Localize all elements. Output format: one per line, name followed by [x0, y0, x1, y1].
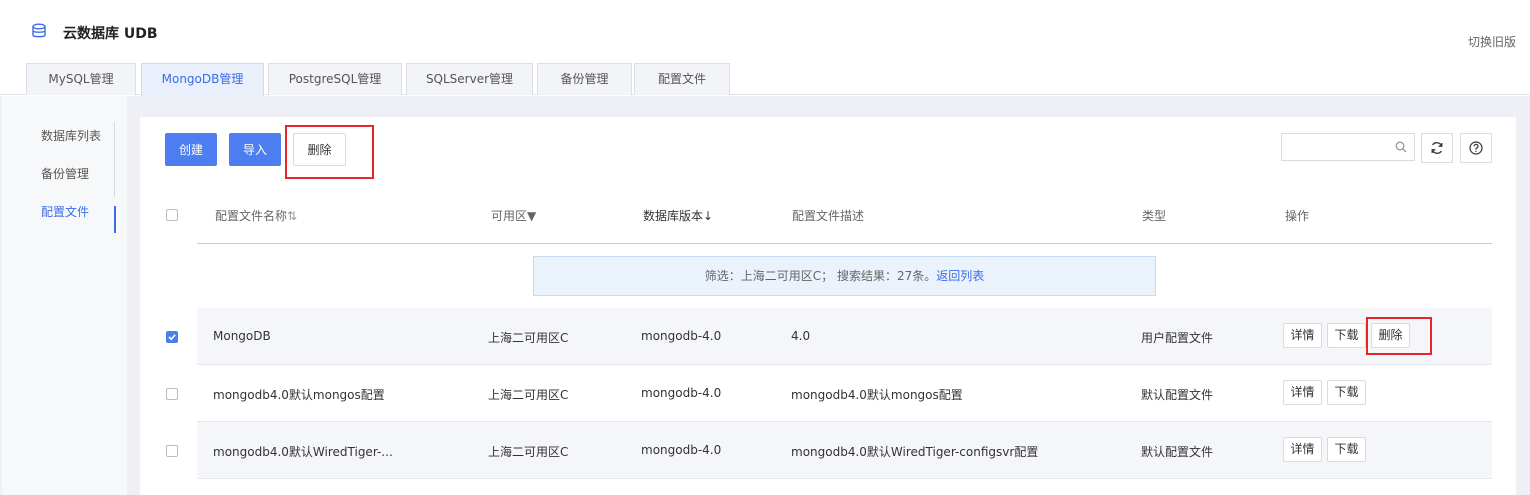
- table-row[interactable]: MongoDB 上海二可用区C mongodb-4.0 4.0 用户配置文件 详…: [197, 308, 1492, 365]
- sidebar-divider: [114, 122, 115, 197]
- column-header-zone[interactable]: 可用区▼: [491, 207, 536, 224]
- table-header-divider: [197, 243, 1492, 244]
- help-icon: [1469, 141, 1483, 155]
- sidebar: 数据库列表 备份管理 配置文件: [2, 96, 127, 495]
- download-button[interactable]: 下载: [1327, 380, 1366, 405]
- row-checkbox[interactable]: [166, 445, 178, 457]
- tab-sqlserver[interactable]: SQLServer管理: [406, 63, 533, 95]
- cell-desc: mongodb4.0默认WiredTiger-configsvr配置: [791, 445, 1039, 459]
- check-icon: [168, 334, 176, 341]
- column-header-desc: 配置文件描述: [792, 209, 865, 223]
- tab-backup[interactable]: 备份管理: [537, 63, 632, 95]
- top-header: 云数据库 UDB 切换旧版 MySQL管理 MongoDB管理 PostgreS…: [0, 0, 1530, 96]
- sidebar-item-config[interactable]: 配置文件: [41, 203, 89, 220]
- database-icon: [32, 23, 46, 38]
- cell-version: mongodb-4.0: [641, 386, 722, 400]
- select-all-checkbox[interactable]: [166, 209, 178, 221]
- column-header-version[interactable]: 数据库版本↓: [643, 207, 713, 224]
- sidebar-item-backup[interactable]: 备份管理: [41, 165, 89, 182]
- row-checkbox[interactable]: [166, 388, 178, 400]
- cell-type: 默认配置文件: [1141, 445, 1214, 459]
- column-header-type: 类型: [1142, 209, 1167, 223]
- table-row[interactable]: mongodb4.0默认mongos配置 上海二可用区C mongodb-4.0…: [197, 365, 1492, 422]
- tab-postgresql[interactable]: PostgreSQL管理: [268, 63, 402, 95]
- table-row[interactable]: mongodb4.0默认WiredTiger-... 上海二可用区C mongo…: [197, 422, 1492, 479]
- switch-version-link[interactable]: 切换旧版: [1468, 33, 1516, 50]
- filter-notice: 筛选：上海二可用区C； 搜索结果：27条。返回列表: [533, 256, 1156, 296]
- cell-zone: 上海二可用区C: [488, 388, 569, 402]
- import-button[interactable]: 导入: [229, 133, 281, 166]
- cell-type: 默认配置文件: [1141, 388, 1214, 402]
- search-icon: [1395, 141, 1407, 153]
- column-header-ops: 操作: [1285, 209, 1310, 223]
- tab-mongodb[interactable]: MongoDB管理: [141, 63, 264, 96]
- refresh-button[interactable]: [1421, 133, 1453, 163]
- sort-down-icon: ↓: [703, 209, 714, 223]
- app-title: 云数据库 UDB: [63, 26, 158, 42]
- highlight-box-toolbar-delete: [285, 125, 374, 179]
- detail-button[interactable]: 详情: [1283, 323, 1322, 348]
- cell-desc: mongodb4.0默认mongos配置: [791, 388, 963, 402]
- search-input[interactable]: [1281, 133, 1415, 161]
- column-header-name[interactable]: 配置文件名称⇅: [215, 207, 297, 224]
- download-button[interactable]: 下载: [1327, 323, 1366, 348]
- sort-icon: ⇅: [287, 209, 298, 223]
- help-button[interactable]: [1460, 133, 1492, 163]
- detail-button[interactable]: 详情: [1283, 437, 1322, 462]
- download-button[interactable]: 下载: [1327, 437, 1366, 462]
- tab-mysql[interactable]: MySQL管理: [26, 63, 136, 95]
- highlight-box-row-delete: [1366, 317, 1432, 355]
- detail-button[interactable]: 详情: [1283, 380, 1322, 405]
- row-checkbox[interactable]: [166, 331, 178, 343]
- refresh-icon: [1431, 142, 1443, 154]
- main-panel: 创建 导入 删除 配置文件名称⇅ 可用区▼ 数据库版本↓ 配置文件描述 类型 操…: [140, 117, 1516, 495]
- back-to-list-link[interactable]: 返回列表: [936, 269, 984, 283]
- cell-name: mongodb4.0默认WiredTiger-...: [213, 445, 393, 459]
- cell-name: MongoDB: [213, 329, 271, 343]
- cell-zone: 上海二可用区C: [488, 445, 569, 459]
- cell-name: mongodb4.0默认mongos配置: [213, 388, 385, 402]
- cell-desc: 4.0: [791, 329, 811, 343]
- create-button[interactable]: 创建: [165, 133, 217, 166]
- cell-version: mongodb-4.0: [641, 329, 722, 343]
- tab-config[interactable]: 配置文件: [634, 63, 730, 95]
- sidebar-active-indicator: [114, 206, 116, 233]
- sidebar-item-db-list[interactable]: 数据库列表: [41, 127, 101, 144]
- cell-zone: 上海二可用区C: [488, 331, 569, 345]
- cell-version: mongodb-4.0: [641, 443, 722, 457]
- filter-icon: ▼: [527, 209, 537, 223]
- cell-type: 用户配置文件: [1141, 331, 1214, 345]
